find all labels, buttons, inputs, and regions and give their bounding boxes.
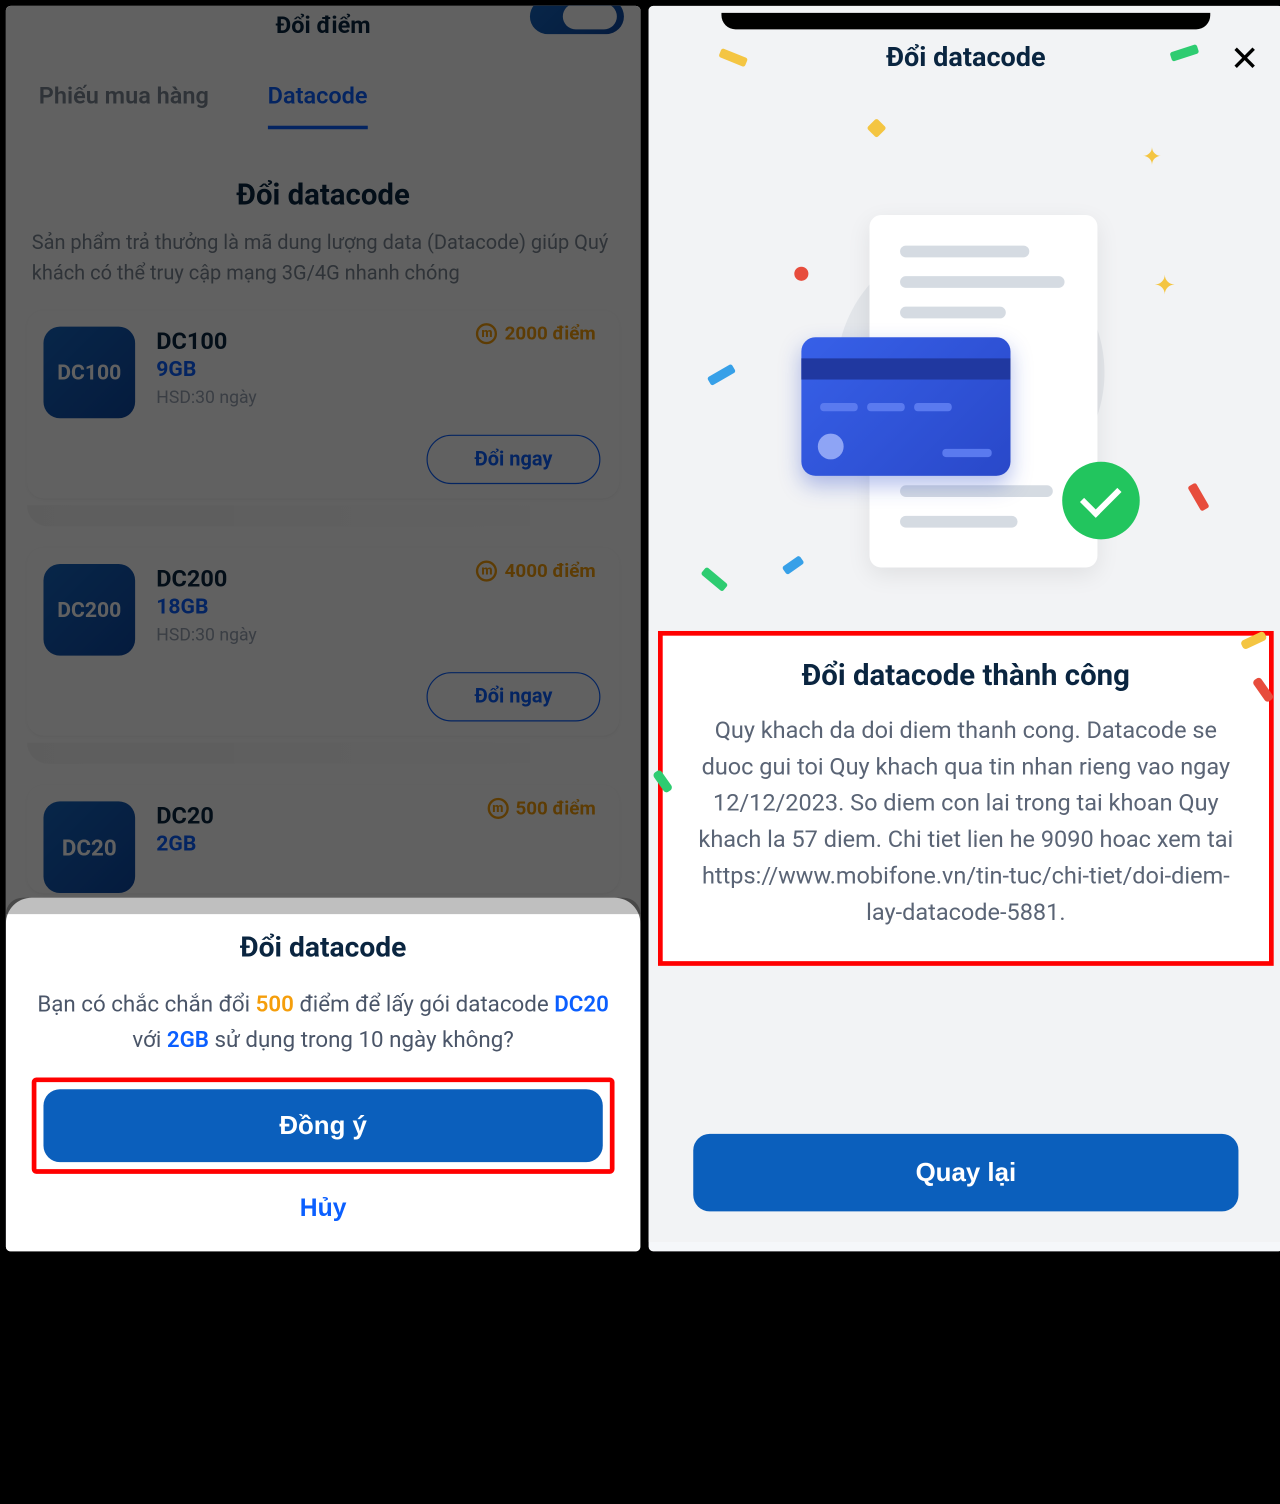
success-title: Đổi datacode thành công bbox=[684, 659, 1248, 693]
highlight-frame: Đồng ý bbox=[32, 1077, 615, 1173]
back-button[interactable]: Quay lại bbox=[693, 1134, 1238, 1212]
close-icon[interactable]: ✕ bbox=[1230, 39, 1260, 80]
right-screenshot: Đổi datacode ✕ ✦ ✦ bbox=[649, 6, 1280, 1252]
receipt-illustration bbox=[801, 215, 1130, 603]
confirm-button[interactable]: Đồng ý bbox=[43, 1089, 602, 1162]
sparkle-icon: ✦ bbox=[1142, 142, 1163, 163]
success-hero: Đổi datacode ✕ ✦ ✦ bbox=[649, 6, 1280, 641]
card-icon bbox=[801, 337, 1010, 476]
success-text: Quy khach da doi diem thanh cong. Dataco… bbox=[684, 712, 1248, 931]
confetti-icon bbox=[1252, 676, 1275, 703]
confetti-icon bbox=[707, 364, 736, 386]
cancel-button[interactable]: Hủy bbox=[300, 1195, 347, 1223]
sheet-title: Đổi datacode bbox=[32, 931, 615, 964]
left-screen: Đổi điểm Phiếu mua hàng Datacode Đổi dat… bbox=[6, 6, 641, 1252]
device-notch bbox=[721, 13, 1210, 29]
sheet-body: Bạn có chắc chắn đổi 500 điểm để lấy gói… bbox=[32, 987, 615, 1056]
check-icon bbox=[1062, 462, 1140, 540]
confetti-icon bbox=[652, 769, 673, 794]
confirm-sheet: Đổi datacode Bạn có chắc chắn đổi 500 đi… bbox=[6, 898, 641, 1252]
confetti-icon bbox=[1187, 482, 1209, 511]
left-screenshot: Đổi điểm Phiếu mua hàng Datacode Đổi dat… bbox=[6, 6, 641, 1252]
confetti-icon bbox=[701, 567, 729, 592]
sparkle-icon: ✦ bbox=[1154, 271, 1176, 300]
success-body: Đổi datacode thành công Quy khach da doi… bbox=[649, 631, 1280, 1242]
highlight-frame: Đổi datacode thành công Quy khach da doi… bbox=[658, 631, 1274, 966]
confetti-icon bbox=[867, 118, 887, 138]
